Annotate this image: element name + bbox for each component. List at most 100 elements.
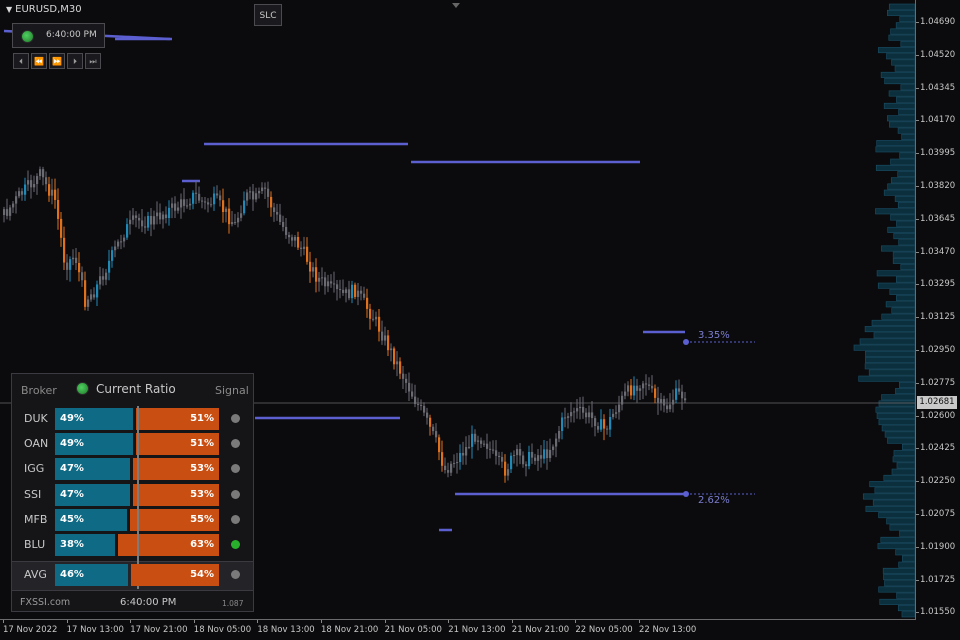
scroll-marker-icon: [452, 3, 460, 8]
price-label: 1.03645: [920, 213, 956, 224]
candle-body: [312, 267, 315, 272]
price-label: 1.04690: [920, 17, 956, 27]
time-tick: [384, 620, 386, 623]
time-label: 18 Nov 13:00: [257, 625, 315, 635]
candle-body: [141, 220, 144, 227]
panel-footer: FXSSI.com 6:40:00 PM 1.087: [12, 590, 253, 613]
volume-profile-bar: [897, 202, 915, 209]
candle-body: [579, 406, 582, 409]
volume-profile-bar: [880, 71, 915, 78]
time-label: 17 Nov 21:00: [130, 625, 188, 635]
candle-body: [663, 399, 666, 406]
buy-ratio: 46%: [55, 564, 128, 586]
price-tick: [916, 54, 919, 56]
candle-body: [636, 385, 639, 391]
candle-body: [54, 189, 57, 200]
candle-body: [606, 428, 609, 430]
status-dot-icon: [21, 30, 34, 43]
candle-body: [324, 277, 327, 287]
candle-body: [423, 405, 426, 413]
buy-ratio: 45%: [55, 508, 127, 531]
candle-body: [348, 289, 351, 299]
signal-indicator-icon: [231, 570, 240, 579]
candle-body: [339, 289, 342, 291]
fast-forward-button[interactable]: ⏩: [49, 53, 65, 69]
lower-level-marker: [683, 491, 689, 497]
slc-button[interactable]: SLC: [254, 4, 282, 26]
candle-body: [27, 180, 30, 185]
step-back-button[interactable]: ⏴: [13, 53, 29, 69]
candle-body: [18, 191, 21, 197]
time-tick: [639, 620, 640, 623]
candle-body: [570, 412, 573, 417]
chart-area[interactable]: ▼ EURUSD,M30 SLC 6:40:00 PM ⏴ ⏪ ⏩ ⏵ ⏭ 3.3…: [0, 0, 916, 620]
volume-profile-bar: [898, 109, 915, 116]
step-forward-button[interactable]: ⏵: [67, 53, 83, 69]
price-tick: [916, 481, 919, 483]
candle-body: [126, 224, 129, 238]
candle-body: [435, 431, 438, 438]
candle-body: [450, 463, 453, 473]
volume-profile-bar: [862, 493, 915, 500]
volume-profile-bar: [901, 611, 915, 618]
candle-body: [552, 446, 555, 450]
volume-profile-bar: [891, 307, 915, 314]
price-tick: [916, 153, 919, 155]
candle-body: [594, 418, 597, 427]
ratio-panel: Broker Current Ratio Signal DUK 49% 51% OAN…: [11, 373, 254, 612]
volume-profile-bar: [865, 350, 915, 357]
price-axis[interactable]: 1.04690 1.04520 1.04345 1.04170 1.03995 1.038…: [916, 0, 960, 620]
volume-profile-bar: [865, 505, 915, 512]
upper-level-marker: [683, 339, 689, 345]
signal-indicator-icon: [231, 464, 240, 474]
candle-body: [624, 391, 627, 396]
broker-name: OAN: [24, 437, 49, 451]
average-ratio-row: AVG 46% 54%: [12, 564, 253, 586]
price-label: 1.02250: [920, 476, 956, 487]
ratio-bar: 46% 54%: [55, 564, 219, 586]
upper-level-percent: 3.35%: [698, 330, 730, 341]
dropdown-triangle-icon: ▼: [6, 5, 13, 14]
time-label: 18 Nov 21:00: [321, 625, 379, 635]
price-tick: [916, 546, 919, 548]
candle-body: [372, 318, 375, 320]
candle-body: [36, 176, 39, 185]
volume-profile-bar: [858, 375, 915, 382]
candle-body: [408, 382, 411, 392]
buy-ratio: 49%: [55, 433, 133, 456]
broker-name: MFB: [24, 512, 48, 526]
volume-profile-bar: [899, 152, 915, 159]
candle-body: [381, 331, 384, 341]
time-label: 21 Nov 21:00: [511, 625, 570, 635]
sell-ratio: 51%: [136, 433, 219, 456]
candle-body: [99, 276, 102, 285]
candle-body: [546, 449, 549, 459]
price-label: 1.03125: [920, 312, 956, 323]
price-tick: [916, 284, 919, 286]
time-tick: [511, 620, 513, 623]
rewind-button[interactable]: ⏪: [31, 53, 47, 69]
price-label: 1.02600: [920, 410, 956, 421]
candle-body: [243, 200, 246, 214]
time-label: 21 Nov 13:00: [448, 625, 506, 635]
candle-body: [363, 293, 366, 298]
volume-profile-bar: [883, 102, 915, 109]
candle-body: [603, 419, 606, 429]
candle-body: [270, 196, 273, 208]
candle-body: [600, 419, 603, 430]
candle-body: [567, 416, 570, 418]
time-axis[interactable]: 17 Nov 2022 17 Nov 13:00 17 Nov 21:00 18 No…: [0, 620, 916, 640]
volume-profile-bar: [864, 363, 915, 370]
candle-body: [444, 465, 447, 471]
broker-row: MFB 45% 55%: [12, 508, 253, 531]
candle-body: [555, 438, 558, 447]
candle-body: [378, 316, 381, 332]
brand-label[interactable]: FXSSI.com: [20, 597, 70, 608]
skip-to-end-button[interactable]: ⏭: [85, 53, 101, 69]
symbol-label[interactable]: ▼ EURUSD,M30: [6, 4, 82, 15]
price-label: 1.03470: [920, 246, 956, 257]
time-tick: [66, 620, 68, 623]
candle-body: [684, 398, 687, 401]
current-price-tag: 1.02681: [917, 396, 957, 409]
signal-indicator-icon: [231, 540, 240, 549]
